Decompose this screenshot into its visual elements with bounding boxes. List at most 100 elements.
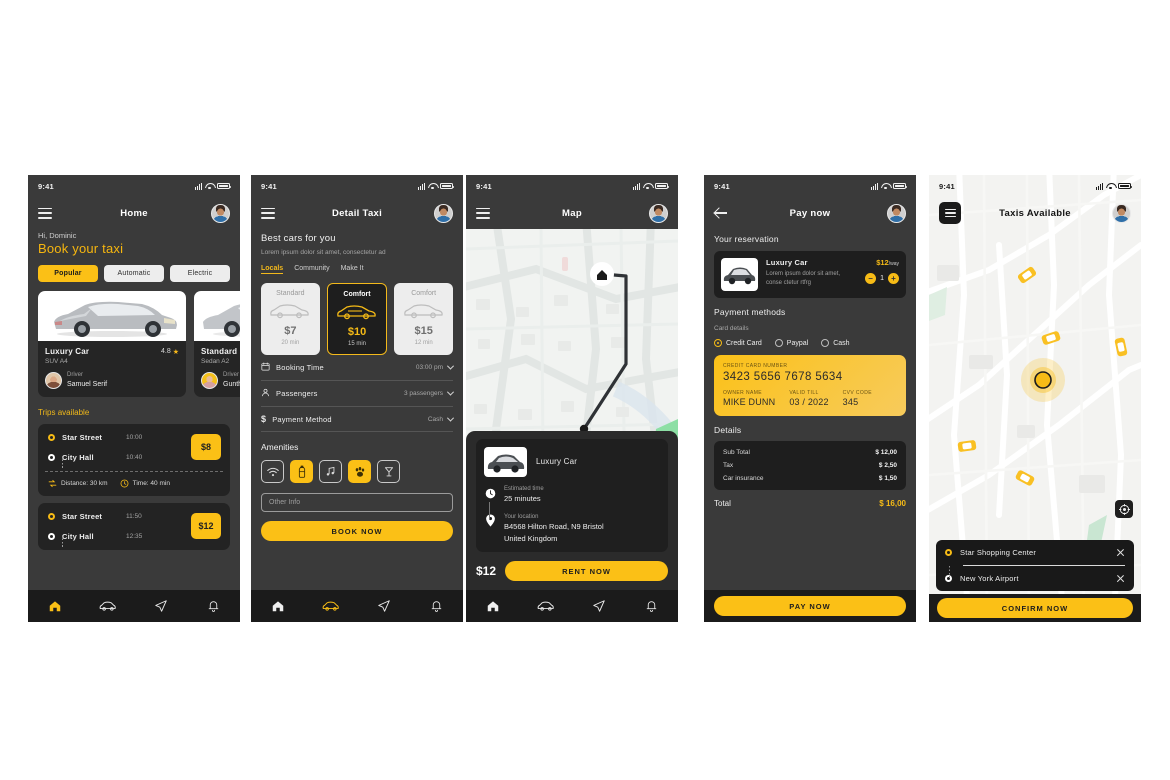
card-cvv-label: CVV CODE [842,390,872,396]
trip-card[interactable]: Star Street 10:00 City Hall 10:40 $8 Dis… [38,423,230,496]
trip-card[interactable]: Star Street 11:50 City Hall 12:35 $12 [38,502,230,550]
chevron-down-icon [446,388,455,396]
driver-name: Samuel Serif [67,381,108,388]
destination-row: New York Airport [945,574,1125,583]
radio-icon [821,339,830,347]
nav-car-icon[interactable] [96,596,120,616]
amenity-pets[interactable] [348,460,371,484]
status-bar: 9:41 [704,175,916,197]
menu-icon[interactable] [476,207,490,219]
signal-icon [194,182,202,190]
menu-icon[interactable] [38,207,52,219]
phone-screen-pay-now: 9:41 Pay now Your reservation Luxury Car… [704,175,916,622]
row-booking-time[interactable]: Booking Time 03:00 pm [261,355,455,382]
signal-icon [1095,182,1103,190]
destination-dot-icon [48,453,55,461]
amenity-water-bottle[interactable] [290,460,313,484]
nav-bell-icon[interactable] [202,596,226,616]
avatar[interactable] [434,203,453,223]
option-car-icon [263,301,318,321]
nav-bell-icon[interactable] [425,596,449,616]
trip-origin-row: Star Street 11:50 [48,512,191,521]
amenity-wifi[interactable] [261,460,284,484]
locate-me-button[interactable] [1115,500,1133,518]
decrease-button[interactable]: – [865,273,877,284]
chip-automatic[interactable]: Automatic [104,265,164,282]
ride-card: Luxury Car Estimated time 25 minutes You… [476,438,668,552]
nav-home-icon[interactable] [481,596,505,616]
option-time: 20 min [281,340,300,347]
status-time: 9:41 [714,181,730,191]
avatar[interactable] [211,203,230,223]
avatar[interactable] [1112,203,1131,223]
quantity-value: 1 [880,275,884,282]
avatar[interactable] [887,203,906,223]
increase-button[interactable]: + [888,273,899,284]
details-title: Details [714,425,742,435]
trip-destination-row: City Hall 10:40 [48,453,191,462]
nav-car-icon[interactable] [319,596,343,616]
clear-destination-icon[interactable] [1116,574,1125,583]
bottom-nav [466,590,678,622]
car-card[interactable]: Luxury Car 4.8 ★ SUV A4 Driver Samuel Se… [38,291,186,397]
clear-origin-icon[interactable] [1116,548,1125,557]
map-body: Luxury Car Estimated time 25 minutes You… [466,229,678,590]
trip-price-badge[interactable]: $8 [191,434,221,461]
status-time: 9:41 [261,181,277,191]
top-bar: Detail Taxi [251,197,463,229]
nav-home-icon[interactable] [43,596,67,616]
payment-option-cash[interactable]: Cash [821,339,850,347]
option-label: Paypal [786,339,809,347]
car-card[interactable]: Standard Car Sedan A2 Driver Gunther [194,291,240,397]
status-bar: 9:41 [251,175,463,197]
credit-card[interactable]: CREDIT CARD NUMBER 3423 5656 7678 5634 O… [714,355,906,416]
amenities-title: Amenities [261,442,299,453]
estimated-time-row: Estimated time 25 minutes [485,486,660,504]
destination-name: New York Airport [960,574,1019,583]
amenity-music[interactable] [319,460,342,484]
tab-make-it[interactable]: Make It [341,265,364,274]
amenity-drink[interactable] [377,460,400,484]
other-info-input[interactable]: Other Info [261,493,453,513]
origin-time: 10:00 [126,433,143,441]
menu-icon[interactable] [261,207,275,219]
bottom-nav [28,590,240,622]
pay-now-button[interactable]: PAY NOW [714,596,906,616]
tab-community[interactable]: Community [294,265,329,274]
nav-bell-icon[interactable] [640,596,664,616]
chip-popular[interactable]: Popular [38,265,98,282]
nav-home-icon[interactable] [266,596,290,616]
detail-value: $ 1,50 [878,475,897,482]
destination-card: Star Shopping Center New York Airport [936,540,1134,591]
confirm-now-button[interactable]: CONFIRM NOW [937,598,1133,618]
payment-option-credit-card[interactable]: Credit Card [714,339,762,347]
nav-car-icon[interactable] [534,596,558,616]
payment-option-paypal[interactable]: Paypal [774,339,809,347]
option-standard[interactable]: Standard $7 20 min [261,283,320,356]
book-now-button[interactable]: BOOK NOW [261,521,453,542]
car-name: Luxury Car [45,347,90,356]
tab-locals[interactable]: Locals [261,265,284,275]
driver-label: Driver [67,372,83,378]
chip-electric[interactable]: Electric [170,265,230,282]
row-passengers[interactable]: Passengers 3 passengers [261,381,455,408]
total-value: $ 16,00 [879,499,906,508]
nav-send-icon[interactable] [149,596,173,616]
origin-row: Star Shopping Center [945,548,1125,557]
menu-button[interactable] [939,202,961,224]
rent-now-button[interactable]: RENT NOW [505,561,668,581]
driver-label: Driver [223,372,239,378]
trip-price-badge[interactable]: $12 [191,513,221,540]
status-time: 9:41 [939,181,955,191]
route-dotted-line [62,455,64,468]
page-title: Home [120,207,148,219]
option-comfort-selected[interactable]: Comfort $10 15 min [326,283,388,356]
nav-send-icon[interactable] [587,596,611,616]
option-comfort[interactable]: Comfort $15 12 min [394,283,454,356]
page-title: Pay now [789,207,831,219]
nav-send-icon[interactable] [372,596,396,616]
row-payment-method[interactable]: $ Payment Method Cash [261,407,455,433]
avatar[interactable] [649,203,668,223]
greeting-text: Hi, Dominic [38,231,77,240]
back-arrow-icon[interactable] [714,206,728,220]
